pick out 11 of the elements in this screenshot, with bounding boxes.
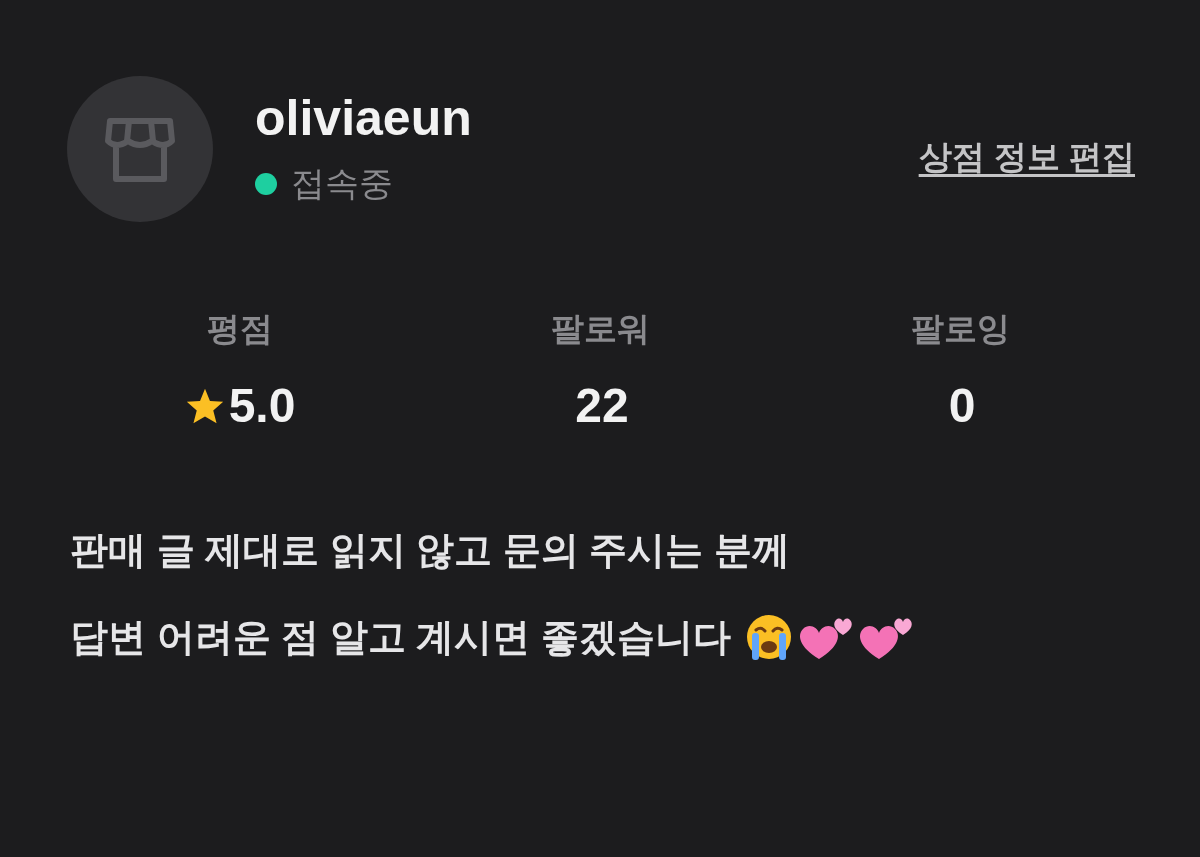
username: oliviaeun — [255, 89, 472, 148]
stat-label: 평점 — [207, 309, 273, 349]
bio-text: 답변 어려운 점 알고 계시면 좋겠습니다 — [70, 614, 731, 660]
stat-value: 5.0 — [228, 377, 296, 434]
stat-label: 팔로잉 — [910, 309, 1010, 349]
status-text: 접속중 — [291, 163, 393, 204]
stat-value: 22 — [575, 377, 629, 434]
edit-store-link[interactable]: 상점 정보 편집 — [918, 132, 1135, 182]
stat-value: 0 — [948, 377, 976, 434]
bio-text: 판매 글 제대로 읽지 않고 문의 주시는 분께 — [70, 527, 790, 573]
stat-label: 팔로워 — [550, 309, 650, 349]
